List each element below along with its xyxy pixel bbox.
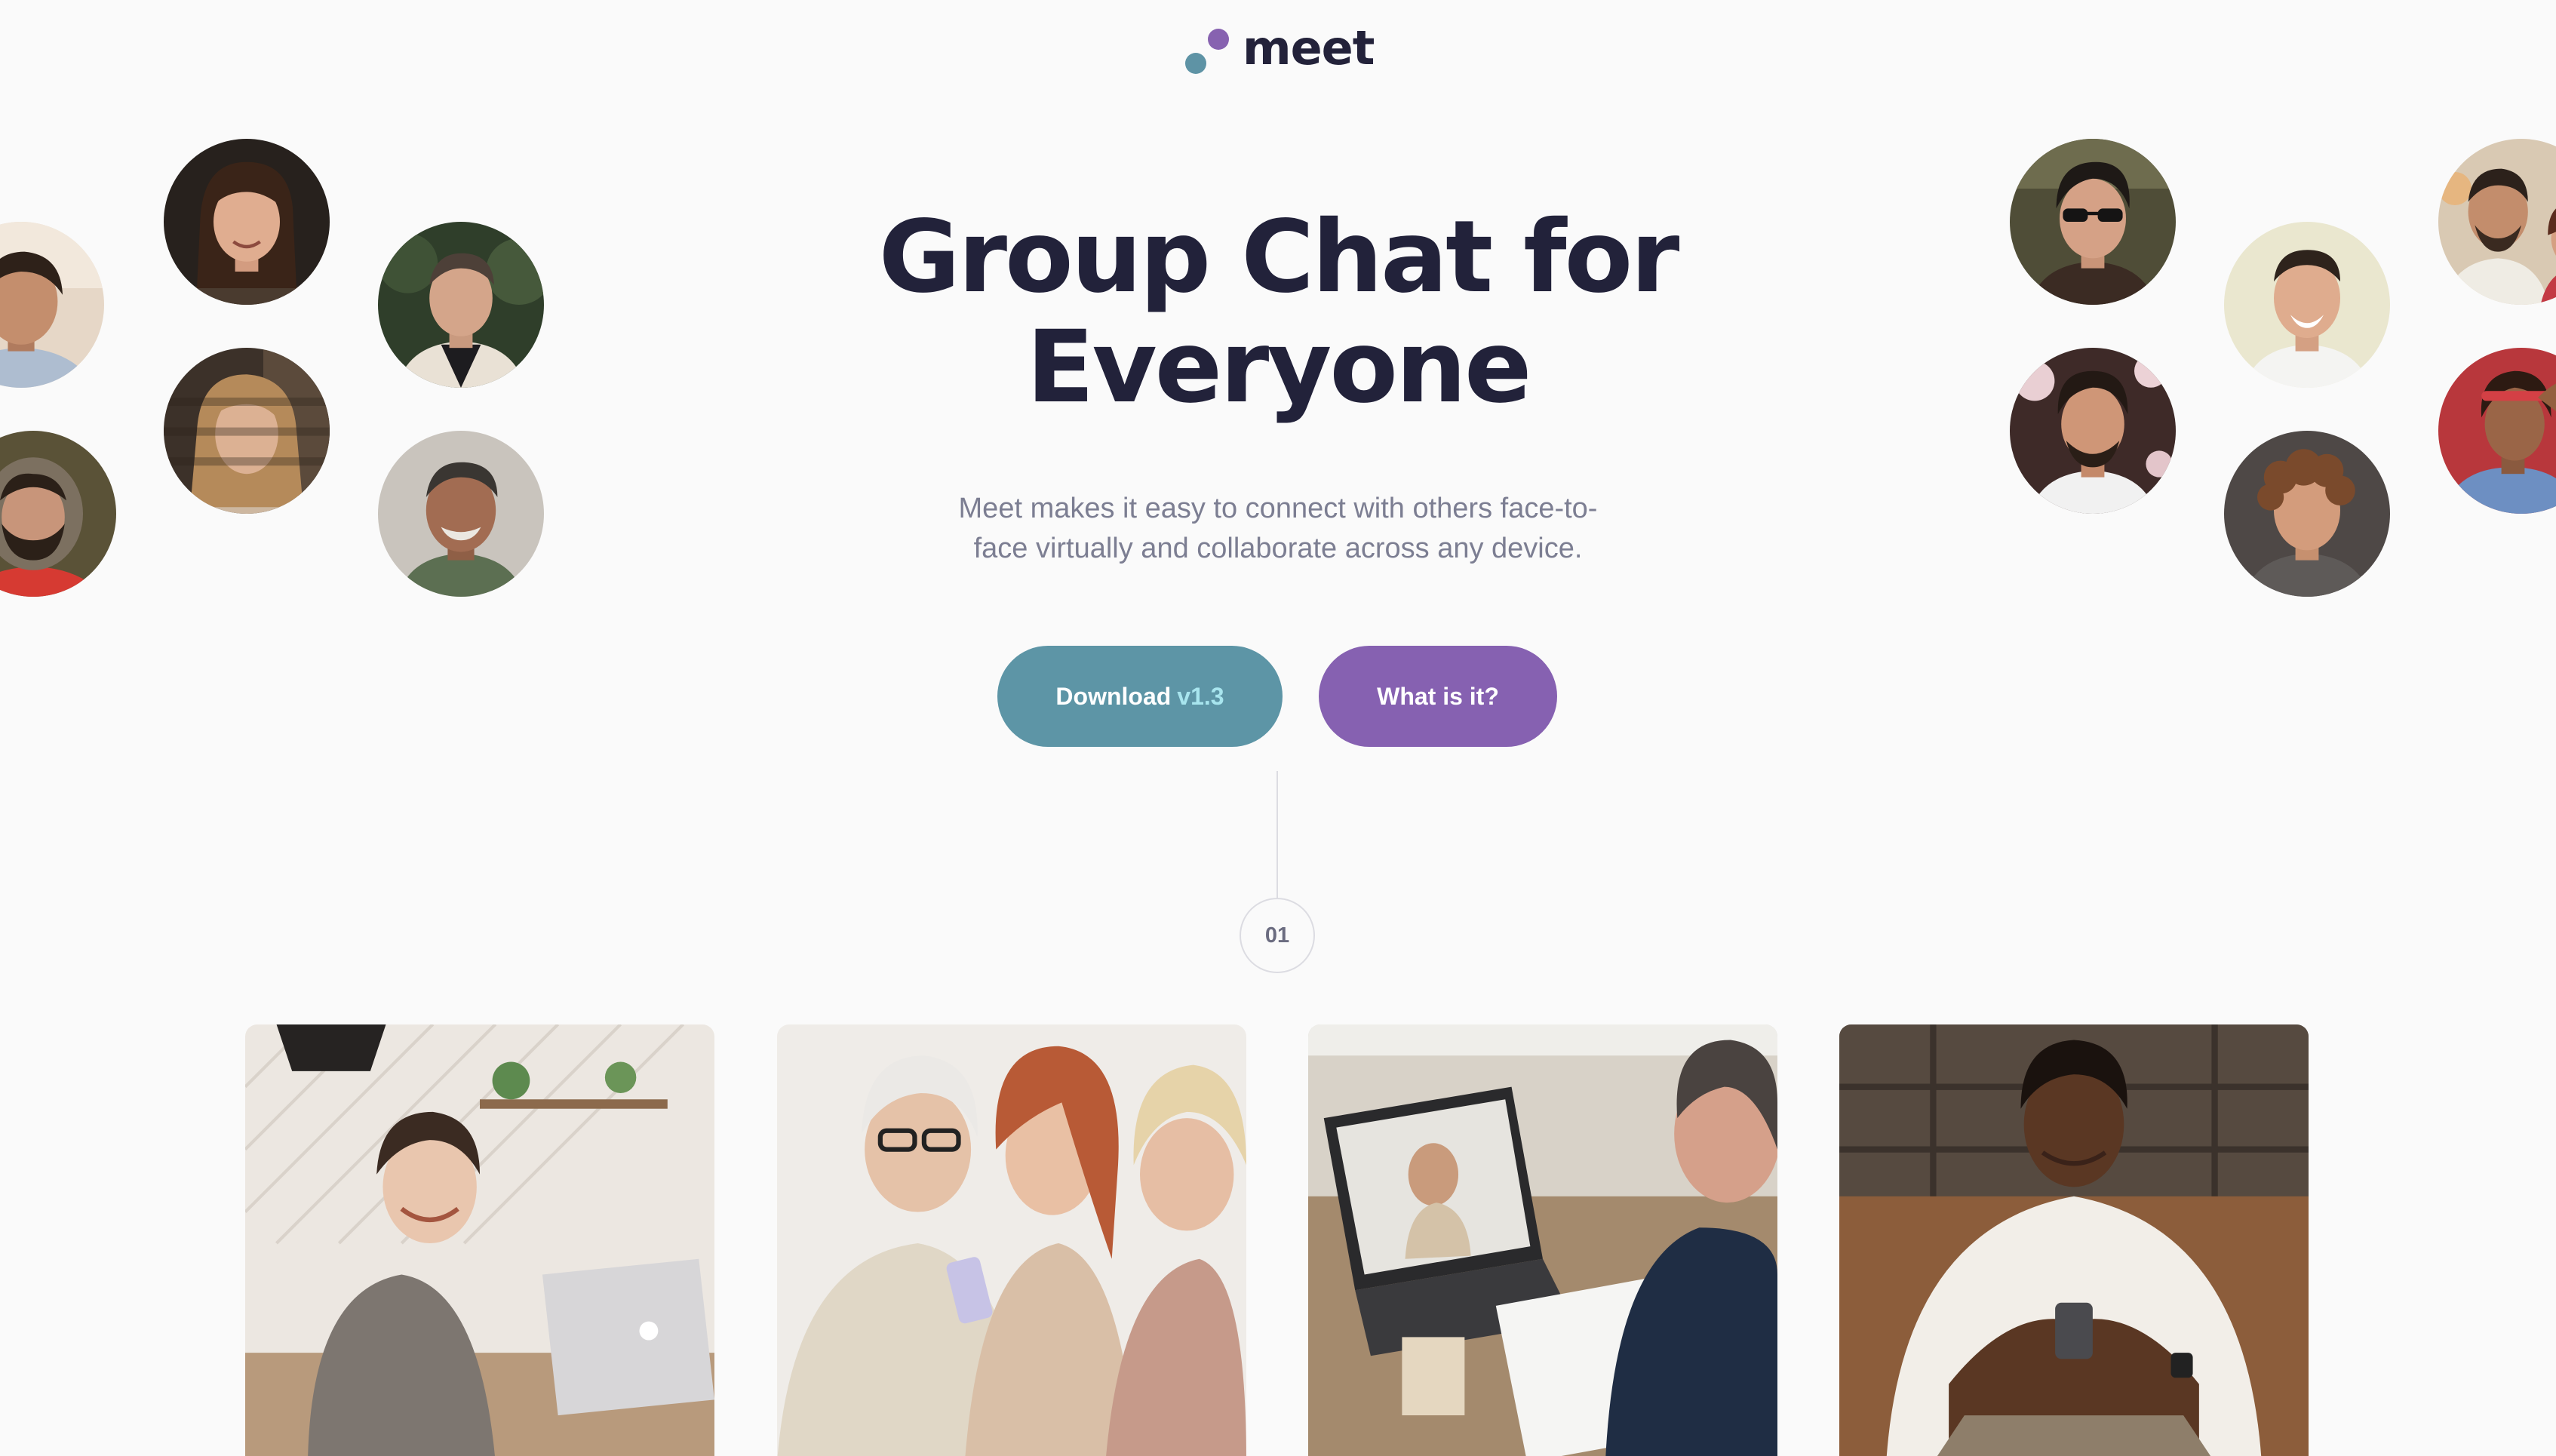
what-is-it-button[interactable]: What is it? xyxy=(1319,646,1557,747)
brand-logo[interactable]: meet xyxy=(1185,18,1375,78)
man-video-call-laptop-photo xyxy=(1308,1024,1777,1456)
brand-name: meet xyxy=(1243,20,1375,75)
women-looking-at-phone-photo xyxy=(777,1024,1246,1456)
person-portrait xyxy=(0,222,104,388)
curly-haired-man-portrait xyxy=(2224,431,2390,597)
man-jacket-portrait xyxy=(378,222,544,388)
woman-red-headband-portrait xyxy=(2438,348,2556,514)
woman-smiling-portrait xyxy=(164,139,330,305)
older-man-portrait xyxy=(378,431,544,597)
section-connector-line xyxy=(1276,771,1278,898)
couple-portrait xyxy=(2438,139,2556,305)
logo-icon xyxy=(1185,23,1229,74)
young-man-portrait xyxy=(2010,348,2176,514)
man-beard-portrait xyxy=(0,431,116,597)
version-badge: v1.3 xyxy=(1177,682,1224,710)
man-smiling-portrait xyxy=(2224,222,2390,388)
hero-subtitle: Meet makes it easy to connect with other… xyxy=(958,493,1598,564)
woman-on-laptop-call-photo xyxy=(245,1024,714,1456)
step-number-badge: 01 xyxy=(1240,898,1315,973)
man-using-phone-photo xyxy=(1839,1024,2309,1456)
hero-title: Group Chat for Everyone xyxy=(878,199,1680,425)
man-sunglasses-portrait xyxy=(2010,139,2176,305)
what-is-it-label: What is it? xyxy=(1377,682,1499,710)
landing-page: meet Group Chat for Everyone Meet makes … xyxy=(0,0,2556,1456)
woman-long-hair-portrait xyxy=(164,348,330,514)
download-button[interactable]: Download v1.3 xyxy=(997,646,1283,747)
download-label: Download xyxy=(1055,682,1172,710)
